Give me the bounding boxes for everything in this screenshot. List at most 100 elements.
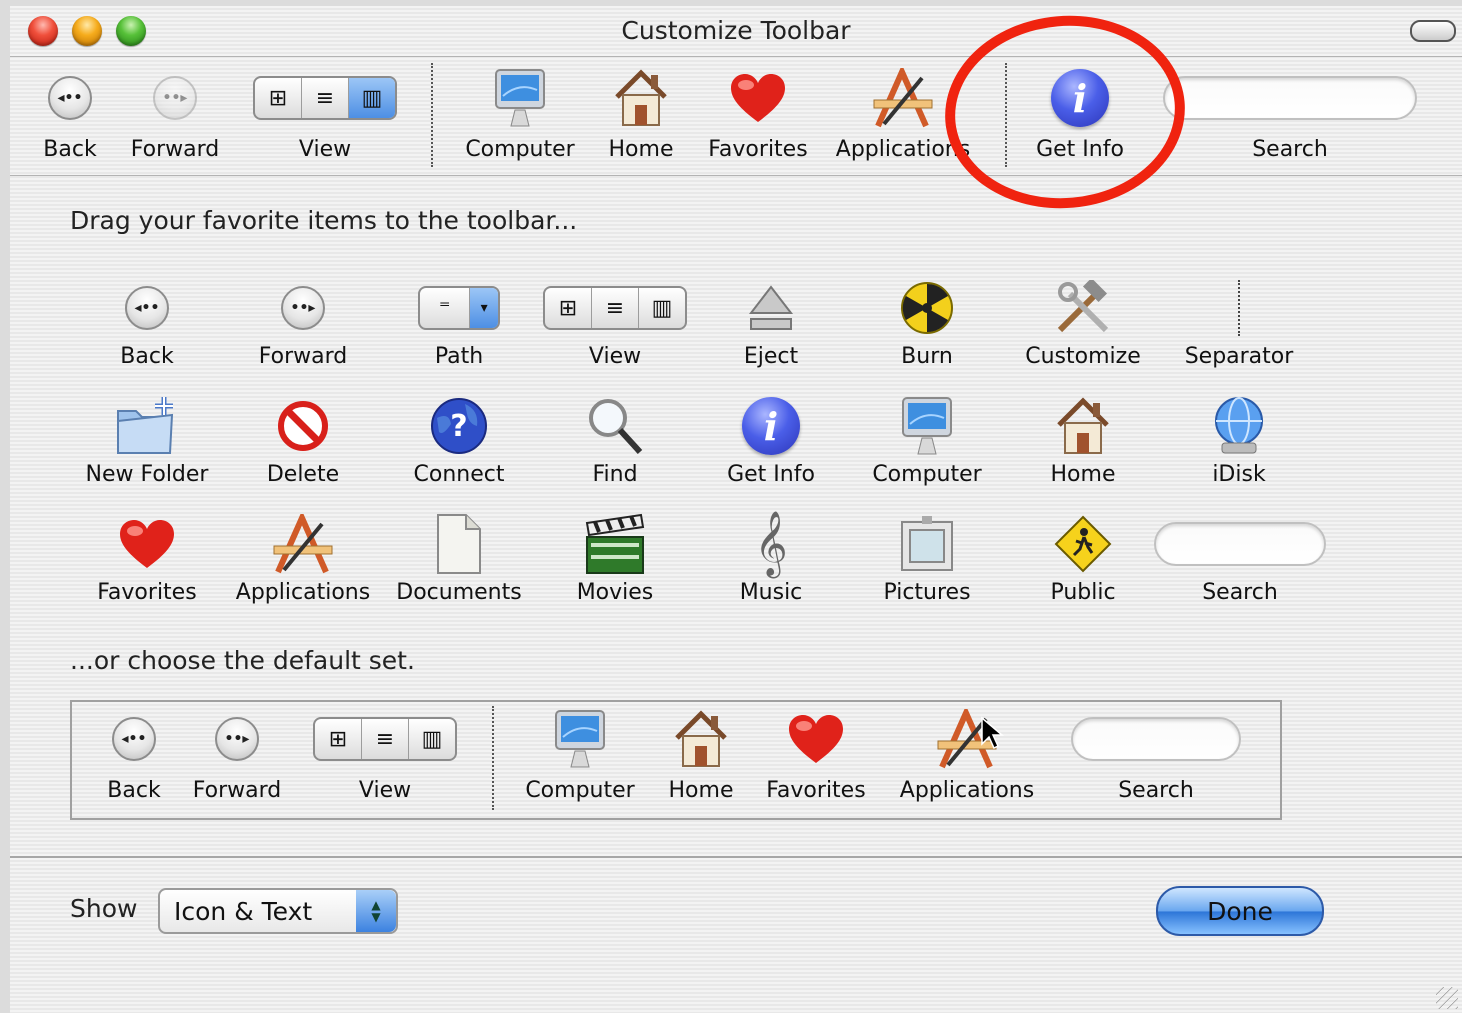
palette-customize[interactable]: Customize [1008,276,1158,369]
default-view: ⊞ ≡ ▥ View [310,708,460,803]
popup-arrows-icon: ▲ ▼ [356,890,396,932]
customize-toolbar-window: Customize Toolbar ◂•• Back ••▸ Forward ⊞… [10,6,1462,1013]
palette-burn[interactable]: Burn [852,276,1002,369]
forward-icon: ••▸ [215,717,259,761]
view-segmented-icon: ⊞ ≡ ▥ [543,286,687,330]
palette-applications[interactable]: Applications [228,512,378,605]
view-segmented-control[interactable]: ⊞ ≡ ▥ [253,76,397,120]
home-icon [675,710,727,767]
show-popup[interactable]: Icon & Text ▲ ▼ [158,888,398,934]
palette-path[interactable]: ⁼ ▾ Path [384,276,534,369]
palette-favorites[interactable]: Favorites [72,512,222,605]
toolbar-computer[interactable]: Computer [460,67,580,162]
toolbar-favorites[interactable]: Favorites [702,67,814,162]
toolbar-view[interactable]: ⊞ ≡ ▥ View [250,67,400,162]
palette-label: Forward [258,344,348,369]
toolbar-toggle-button[interactable] [1410,20,1456,42]
toolbar-separator [431,63,433,167]
magnifier-icon [589,399,643,455]
home-icon [615,69,667,126]
toolbar-back-label: Back [43,137,97,162]
palette-idisk[interactable]: iDisk [1164,394,1314,487]
toolbar-back[interactable]: ◂•• Back [38,67,102,162]
default-view-label: View [358,778,412,803]
applications-icon [273,514,333,574]
default-toolbar-set[interactable]: ◂•• Back ••▸ Forward ⊞ ≡ ▥ View Computer… [70,700,1282,820]
toolbar-computer-label: Computer [465,137,575,162]
back-icon: ◂•• [48,76,92,120]
palette-movies[interactable]: Movies [540,512,690,605]
palette-view[interactable]: ⊞ ≡ ▥ View [540,276,690,369]
default-home-label: Home [668,778,734,803]
tools-icon [1057,280,1109,333]
palette-computer[interactable]: Computer [852,394,1002,487]
palette-back[interactable]: ◂•• Back [72,276,222,369]
info-icon: i [742,397,800,455]
palette-label: New Folder [85,462,209,487]
palette-new-folder[interactable]: New Folder [72,394,222,487]
palette-music[interactable]: 𝄞 Music [696,511,846,606]
show-label: Show [70,894,138,923]
applications-icon [873,68,933,128]
toolbar-applications[interactable]: Applications [833,67,973,162]
treble-clef-icon: 𝄞 [754,511,788,576]
search-field-icon [1154,522,1326,566]
list-view-icon[interactable]: ≡ [302,78,349,118]
palette-label: Eject [743,344,799,369]
default-home: Home [658,708,744,803]
palette-label: iDisk [1212,462,1266,487]
connect-globe-icon: ? [431,398,487,454]
heart-icon [731,74,785,122]
default-favorites-label: Favorites [766,778,866,803]
palette-label: Pictures [883,580,971,605]
palette-label: Movies [576,580,654,605]
palette-label: Favorites [97,580,197,605]
palette-documents[interactable]: Documents [384,512,534,605]
computer-icon [902,397,952,455]
window-title: Customize Toolbar [621,16,851,45]
palette-pictures[interactable]: Pictures [852,512,1002,605]
default-forward-label: Forward [192,778,282,803]
clapperboard-icon [585,513,645,574]
palette-label: Search [1202,580,1278,605]
icon-view-icon[interactable]: ⊞ [255,78,302,118]
column-view-icon[interactable]: ▥ [349,78,395,118]
burn-icon [901,282,953,334]
palette-connect[interactable]: ? Connect [384,394,534,487]
palette-label: Path [434,344,484,369]
palette-public[interactable]: Public [1008,512,1158,605]
palette-delete[interactable]: Delete [228,394,378,487]
toolbar-forward[interactable]: ••▸ Forward [120,67,230,162]
toolbar-get-info[interactable]: i Get Info [1030,67,1130,162]
resize-grip-icon[interactable] [1436,987,1458,1009]
palette-home[interactable]: Home [1008,394,1158,487]
heart-icon [120,520,174,568]
palette-search[interactable]: Search [1152,512,1328,605]
default-set-instructions: ...or choose the default set. [70,646,415,675]
palette-separator[interactable]: Separator [1164,276,1314,369]
home-icon [1057,397,1109,454]
search-field-icon[interactable] [1163,76,1417,120]
default-computer-label: Computer [525,778,635,803]
default-applications: Applications [892,708,1042,803]
svg-text:?: ? [450,409,467,444]
palette-forward[interactable]: ••▸ Forward [228,276,378,369]
computer-icon [555,710,605,768]
palette-eject[interactable]: Eject [696,276,846,369]
current-toolbar: ◂•• Back ••▸ Forward ⊞ ≡ ▥ View Computer… [10,56,1462,176]
palette-get-info[interactable]: i Get Info [696,394,846,487]
default-forward: ••▸ Forward [182,708,292,803]
toolbar-view-label: View [298,137,352,162]
done-button[interactable]: Done [1156,886,1324,936]
footer-divider [10,856,1462,858]
title-bar[interactable]: Customize Toolbar [10,6,1462,54]
palette-label: Applications [235,580,371,605]
toolbar-home[interactable]: Home [598,67,684,162]
separator-icon [1238,280,1240,336]
toolbar-home-label: Home [608,137,674,162]
toolbar-search[interactable]: Search [1162,67,1418,162]
palette-label: Documents [396,580,522,605]
palette-find[interactable]: Find [540,394,690,487]
search-field-icon [1071,717,1241,761]
toolbar-applications-label: Applications [835,137,971,162]
